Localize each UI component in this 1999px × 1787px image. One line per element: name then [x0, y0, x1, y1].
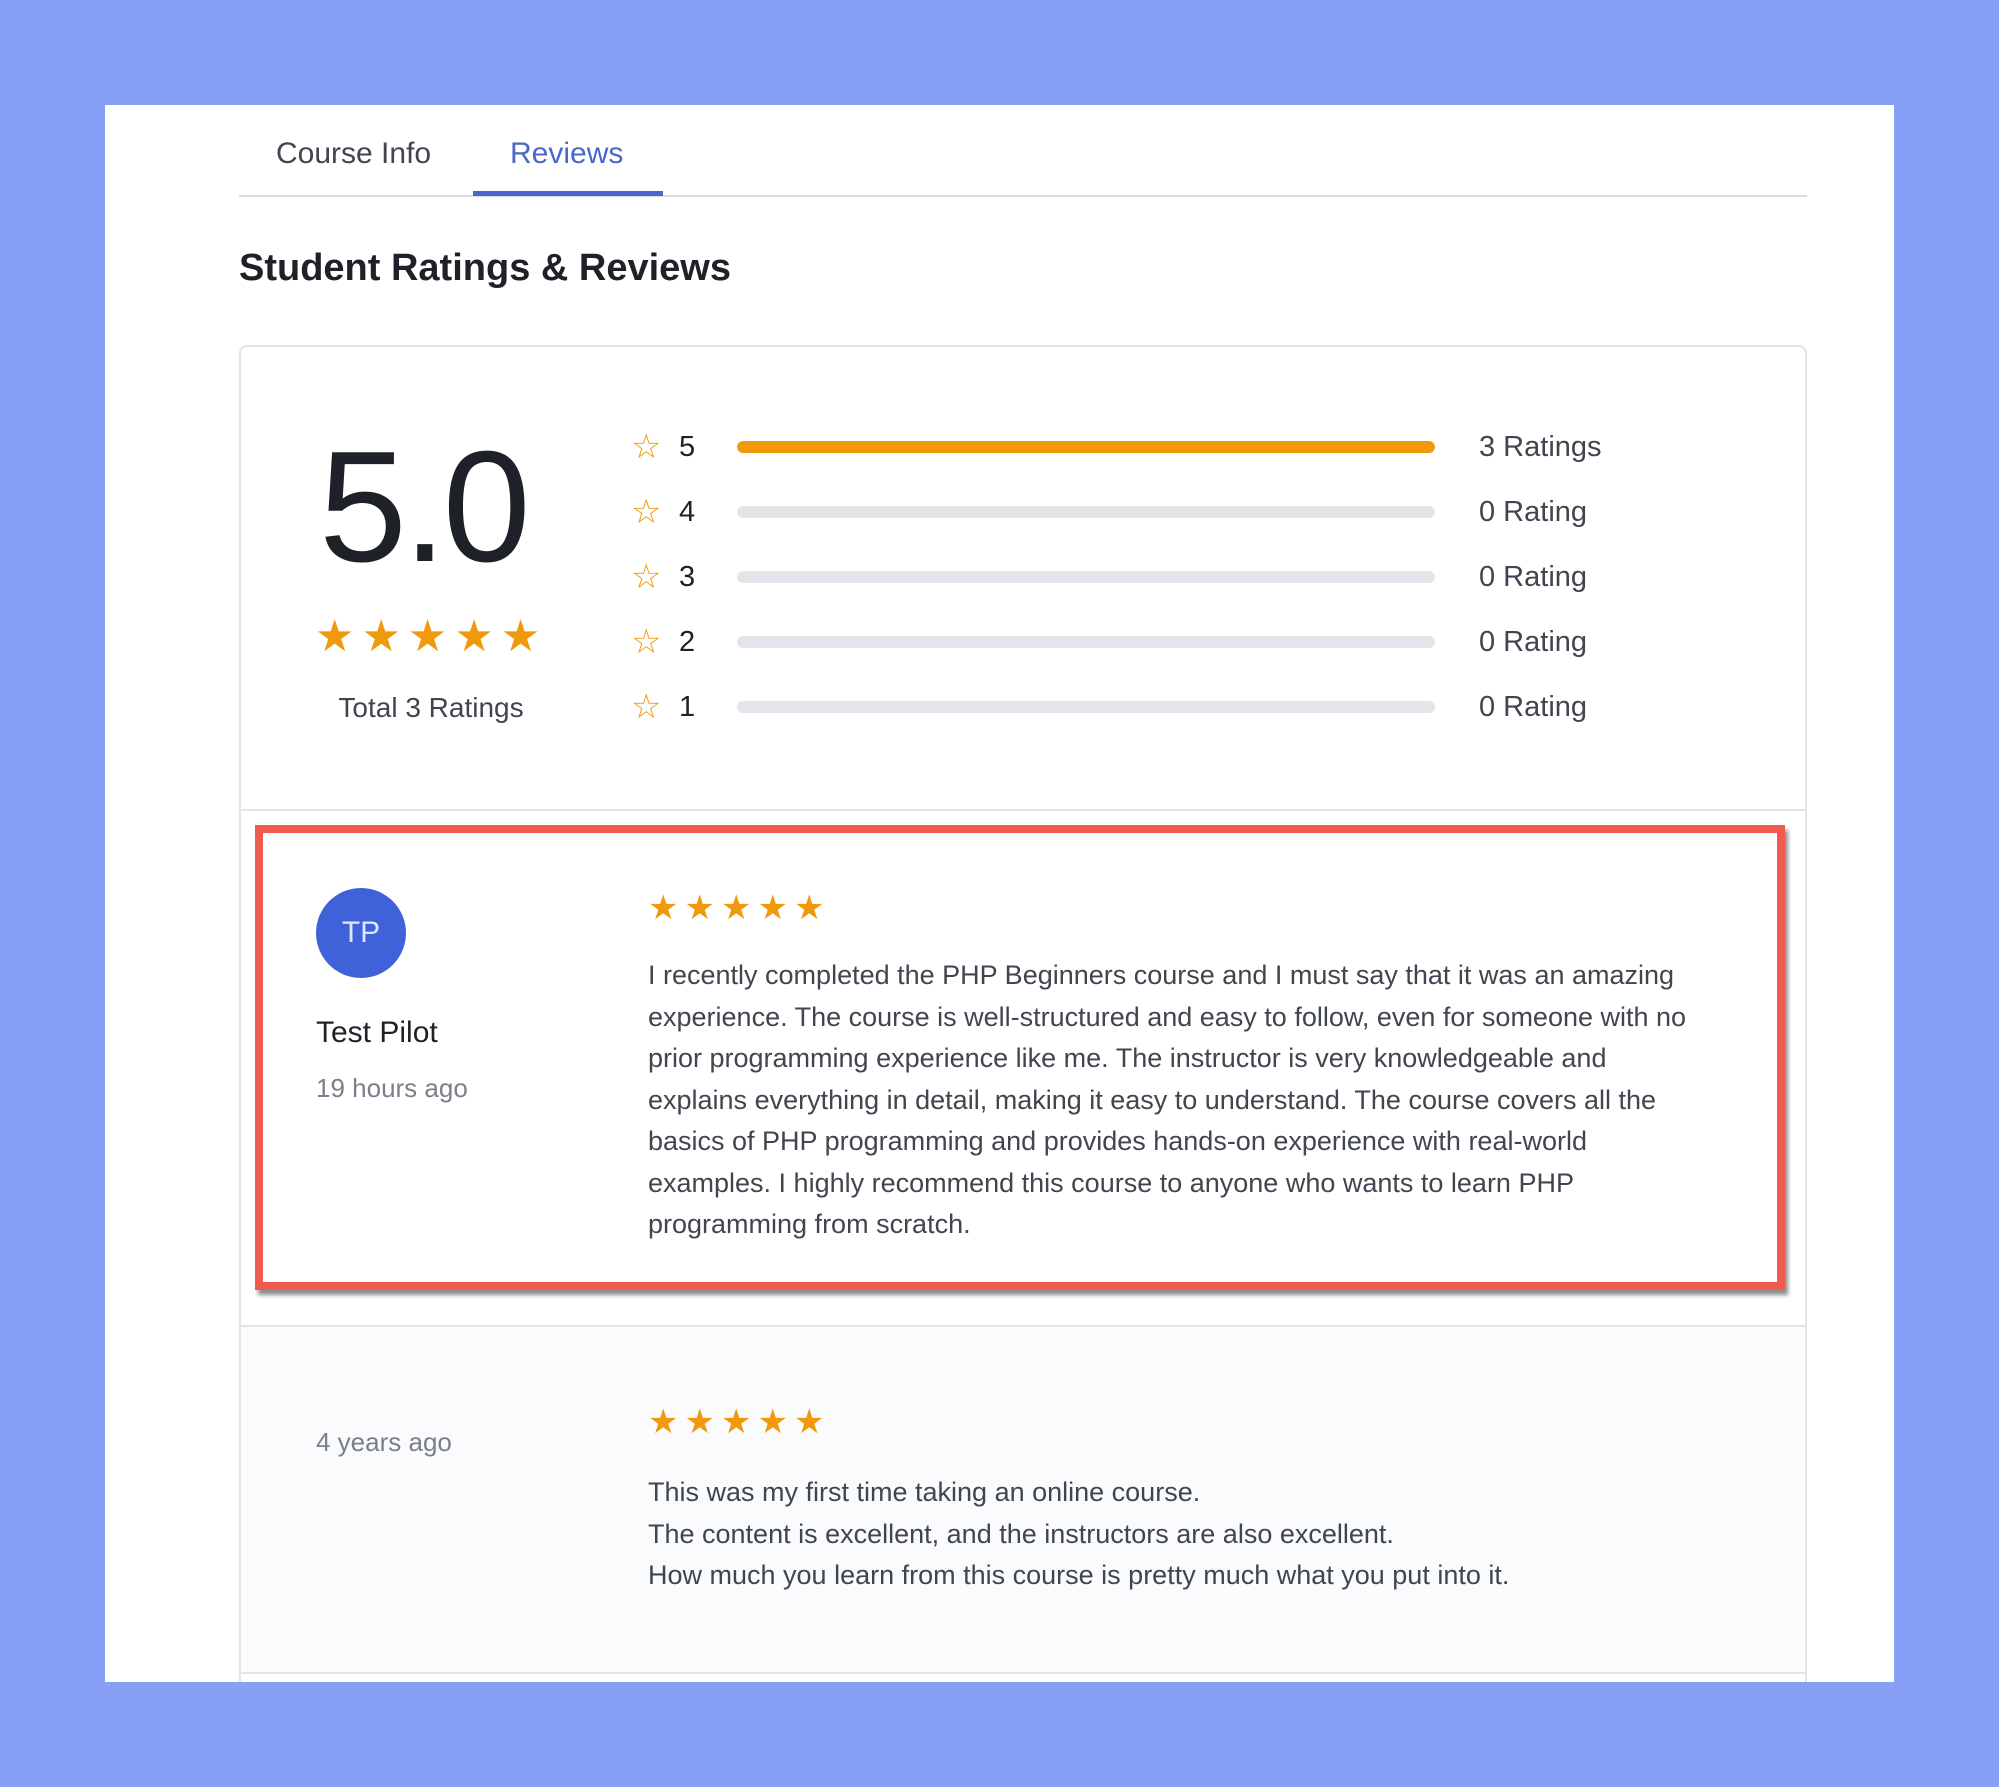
review-time: 19 hours ago	[316, 1073, 468, 1103]
star-outline-icon: ☆	[631, 428, 662, 466]
rating-count: 0 Rating	[1479, 496, 1588, 528]
rating-bar	[737, 701, 1435, 713]
review-line: How much you learn from this course is p…	[648, 1560, 1510, 1590]
star-filled-icon: ★	[684, 1403, 715, 1441]
course-panel: Course Info Reviews Student Ratings & Re…	[105, 105, 1894, 1682]
rating-count: 0 Rating	[1479, 626, 1588, 658]
star-filled-icon: ★	[648, 1403, 679, 1441]
rating-level: 4	[679, 496, 696, 528]
average-rating: 5.0	[319, 419, 531, 595]
star-outline-icon: ☆	[631, 493, 662, 531]
rating-bar	[737, 571, 1435, 583]
rating-row-4: ☆ 4 0 Rating	[631, 492, 1731, 532]
star-filled-icon: ★	[361, 612, 401, 661]
rating-level: 2	[679, 626, 696, 658]
rating-bar-fill	[737, 441, 1435, 453]
review-item: 4 years ago ★ ★ ★ ★ ★ This was my first time…	[241, 1327, 1805, 1672]
tab-bar: Course Info Reviews	[239, 105, 1807, 197]
highlighted-review: TP Test Pilot 19 hours ago ★ ★ ★ ★ ★ I recen…	[255, 825, 1785, 1290]
star-filled-icon: ★	[793, 889, 825, 927]
star-filled-icon: ★	[648, 889, 679, 927]
review-time: 4 years ago	[316, 1427, 452, 1457]
star-outline-icon: ☆	[631, 558, 662, 596]
star-outline-icon: ☆	[631, 623, 662, 661]
divider	[241, 809, 1805, 811]
rating-bar	[737, 636, 1435, 648]
review-text: I recently completed the PHP Beginners c…	[648, 960, 1687, 1239]
review-line: The content is excellent, and the instru…	[648, 1518, 1394, 1549]
avatar: TP	[316, 888, 406, 978]
total-ratings: Total 3 Ratings	[338, 692, 524, 723]
rating-bar	[737, 506, 1435, 518]
star-filled-icon: ★	[720, 1403, 752, 1441]
review-text: This was my first time taking an online …	[648, 1472, 1748, 1597]
star-filled-icon: ★	[684, 889, 715, 927]
divider	[241, 1672, 1805, 1674]
review-stars: ★ ★ ★ ★ ★	[648, 1405, 824, 1439]
star-outline-icon: ☆	[631, 688, 662, 726]
average-stars: ★ ★ ★ ★ ★	[315, 615, 540, 659]
rating-level: 1	[679, 691, 696, 723]
star-filled-icon: ★	[757, 1403, 788, 1441]
page-title: Student Ratings & Reviews	[239, 247, 731, 289]
rating-row-1: ☆ 1 0 Rating	[631, 687, 1731, 727]
star-filled-icon: ★	[793, 1403, 825, 1441]
ratings-card: 5.0 ★ ★ ★ ★ ★ Total 3 Ratings ☆ 5 3 Ratings ☆ 4 0…	[239, 345, 1807, 1682]
star-filled-icon: ★	[757, 889, 788, 927]
review-stars: ★ ★ ★ ★ ★	[648, 891, 824, 925]
rating-row-5: ☆ 5 3 Ratings	[631, 427, 1731, 467]
rating-bar	[737, 441, 1435, 453]
star-filled-icon: ★	[454, 612, 494, 661]
rating-row-2: ☆ 2 0 Rating	[631, 622, 1731, 662]
rating-count: 0 Rating	[1479, 561, 1588, 593]
rating-level: 3	[679, 561, 696, 593]
rating-row-3: ☆ 3 0 Rating	[631, 557, 1731, 597]
reviewer-name: Test Pilot	[316, 1016, 438, 1049]
star-filled-icon: ★	[407, 612, 448, 661]
tab-reviews[interactable]: Reviews	[510, 137, 623, 171]
rating-level: 5	[679, 431, 696, 463]
active-tab-indicator	[473, 191, 663, 196]
review-line: This was my first time taking an online …	[648, 1477, 1201, 1507]
rating-count: 3 Ratings	[1479, 431, 1602, 463]
star-filled-icon: ★	[500, 612, 541, 661]
tab-course-info[interactable]: Course Info	[276, 137, 431, 171]
star-filled-icon: ★	[315, 612, 355, 661]
rating-count: 0 Rating	[1479, 691, 1588, 723]
star-filled-icon: ★	[720, 889, 752, 927]
